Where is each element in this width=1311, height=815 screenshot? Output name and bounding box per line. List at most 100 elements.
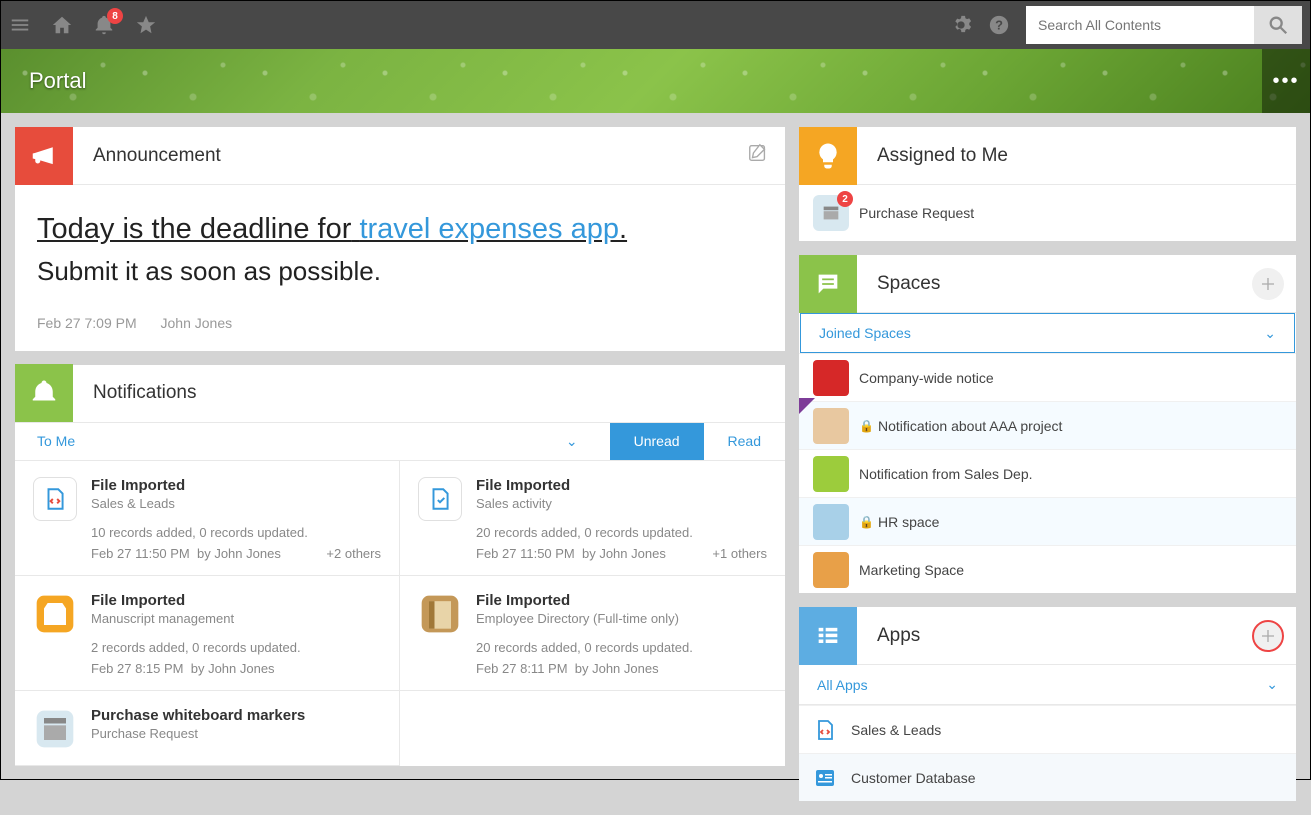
notification-app-icon [418,592,462,636]
lightbulb-icon [799,127,857,185]
space-label: Company-wide notice [859,370,994,386]
help-icon[interactable]: ? [988,14,1010,36]
add-space-button[interactable] [1252,268,1284,300]
space-thumb [813,552,849,588]
assigned-list: 2 Purchase Request [799,185,1296,241]
list-icon [799,607,857,665]
notification-meta: Feb 27 8:15 PM by John Jones [91,661,381,676]
main: Announcement Today is the deadline for t… [1,113,1310,815]
notifications-header: Notifications [15,365,785,423]
bell-panel-icon [15,364,73,422]
assigned-label: Purchase Request [859,205,974,221]
space-item[interactable]: Company-wide notice [799,353,1296,401]
space-label: Notification from Sales Dep. [859,466,1033,482]
notification-others: +2 others [326,546,381,561]
notifications-filter-row: To Me ⌄ Unread Read [15,423,785,461]
announcement-subline: Submit it as soon as possible. [37,256,763,287]
notification-app-icon [418,477,462,521]
assigned-item[interactable]: 2 Purchase Request [799,185,1296,241]
announcement-panel: Announcement Today is the deadline for t… [15,127,785,351]
announcement-meta: Feb 27 7:09 PM John Jones [37,315,763,331]
notification-badge: 8 [107,8,123,24]
notification-app-icon [33,477,77,521]
announcement-title: Announcement [73,145,747,167]
space-item[interactable]: 🔒Notification about AAA project [799,401,1296,449]
notification-date: Feb 27 11:50 PM by John Jones [91,546,281,561]
search-input[interactable] [1026,6,1254,44]
notification-body: Purchase whiteboard markers Purchase Req… [91,707,381,751]
notification-body: File Imported Sales activity 20 records … [476,477,767,561]
announcement-headline: Today is the deadline for travel expense… [37,209,763,250]
notification-item[interactable]: File Imported Manuscript management 2 re… [15,576,400,691]
gear-icon[interactable] [950,14,972,36]
column-right: Assigned to Me 2 Purchase Request Spaces… [799,127,1296,801]
announcement-header: Announcement [15,127,785,185]
spaces-panel: Spaces Joined Spaces ⌄ Company-wide noti… [799,255,1296,593]
home-icon[interactable] [51,14,73,36]
apps-filter-dropdown[interactable]: All Apps ⌄ [799,665,1296,705]
star-icon[interactable] [135,14,157,36]
space-item[interactable]: 🔒HR space [799,497,1296,545]
app-item[interactable]: Sales & Leads [799,705,1296,753]
notification-app-name: Purchase Request [91,726,381,741]
space-item[interactable]: Marketing Space [799,545,1296,593]
search-button[interactable] [1254,6,1302,44]
app-icon [813,766,837,790]
assigned-panel: Assigned to Me 2 Purchase Request [799,127,1296,241]
spaces-filter-dropdown[interactable]: Joined Spaces ⌄ [800,313,1295,353]
tab-unread[interactable]: Unread [610,423,704,460]
space-thumb [813,360,849,396]
banner-menu-icon[interactable]: ••• [1262,49,1310,113]
notification-others: +1 others [712,546,767,561]
notifications-filter-dropdown[interactable]: To Me ⌄ [15,433,610,450]
apps-filter-label: All Apps [817,677,868,693]
assigned-app-icon: 2 [813,195,849,231]
notification-item[interactable]: File Imported Employee Directory (Full-t… [400,576,785,691]
notification-app-name: Sales & Leads [91,496,381,511]
notifications-title: Notifications [73,382,785,404]
space-thumb [813,408,849,444]
headline-link[interactable]: travel expenses app [359,213,619,245]
spaces-list: Company-wide notice 🔒Notification about … [799,353,1296,593]
apps-panel: Apps All Apps ⌄ Sales & Leads Customer D… [799,607,1296,801]
notification-date: Feb 27 11:50 PM by John Jones [476,546,666,561]
bell-icon[interactable]: 8 [93,14,115,36]
notification-title: Purchase whiteboard markers [91,707,381,724]
space-thumb [813,456,849,492]
notification-meta: Feb 27 11:50 PM by John Jones +2 others [91,546,381,561]
filter-label: To Me [37,433,75,449]
edit-icon[interactable] [747,142,769,169]
add-app-button[interactable] [1252,620,1284,652]
chevron-down-icon: ⌄ [1266,676,1278,693]
app-item[interactable]: Customer Database [799,753,1296,801]
notification-date: Feb 27 8:15 PM by John Jones [91,661,275,676]
notifications-panel: Notifications To Me ⌄ Unread Read File I… [15,365,785,766]
assigned-header: Assigned to Me [799,127,1296,185]
assigned-badge: 2 [837,191,853,207]
notification-date: Feb 27 8:11 PM by John Jones [476,661,659,676]
apps-title: Apps [857,625,1252,647]
notification-body: File Imported Employee Directory (Full-t… [476,592,767,676]
headline-suffix: . [619,213,627,245]
menu-icon[interactable] [9,14,31,36]
notification-item[interactable]: Purchase whiteboard markers Purchase Req… [15,691,400,766]
space-label: 🔒Notification about AAA project [859,418,1062,434]
notification-app-name: Employee Directory (Full-time only) [476,611,767,626]
notification-desc: 2 records added, 0 records updated. [91,640,381,655]
space-thumb [813,504,849,540]
notification-item[interactable]: File Imported Sales & Leads 10 records a… [15,461,400,576]
tab-read[interactable]: Read [704,423,785,460]
apps-list: Sales & Leads Customer Database [799,705,1296,801]
notifications-grid: File Imported Sales & Leads 10 records a… [15,461,785,766]
megaphone-icon [15,127,73,185]
announcement-date: Feb 27 7:09 PM [37,315,137,331]
notification-item[interactable]: File Imported Sales activity 20 records … [400,461,785,576]
spaces-header: Spaces [799,255,1296,313]
notification-app-name: Sales activity [476,496,767,511]
notification-title: File Imported [91,592,381,609]
lock-icon: 🔒 [859,419,874,433]
space-item[interactable]: Notification from Sales Dep. [799,449,1296,497]
apps-header: Apps [799,607,1296,665]
notification-meta: Feb 27 8:11 PM by John Jones [476,661,767,676]
spaces-title: Spaces [857,273,1252,295]
